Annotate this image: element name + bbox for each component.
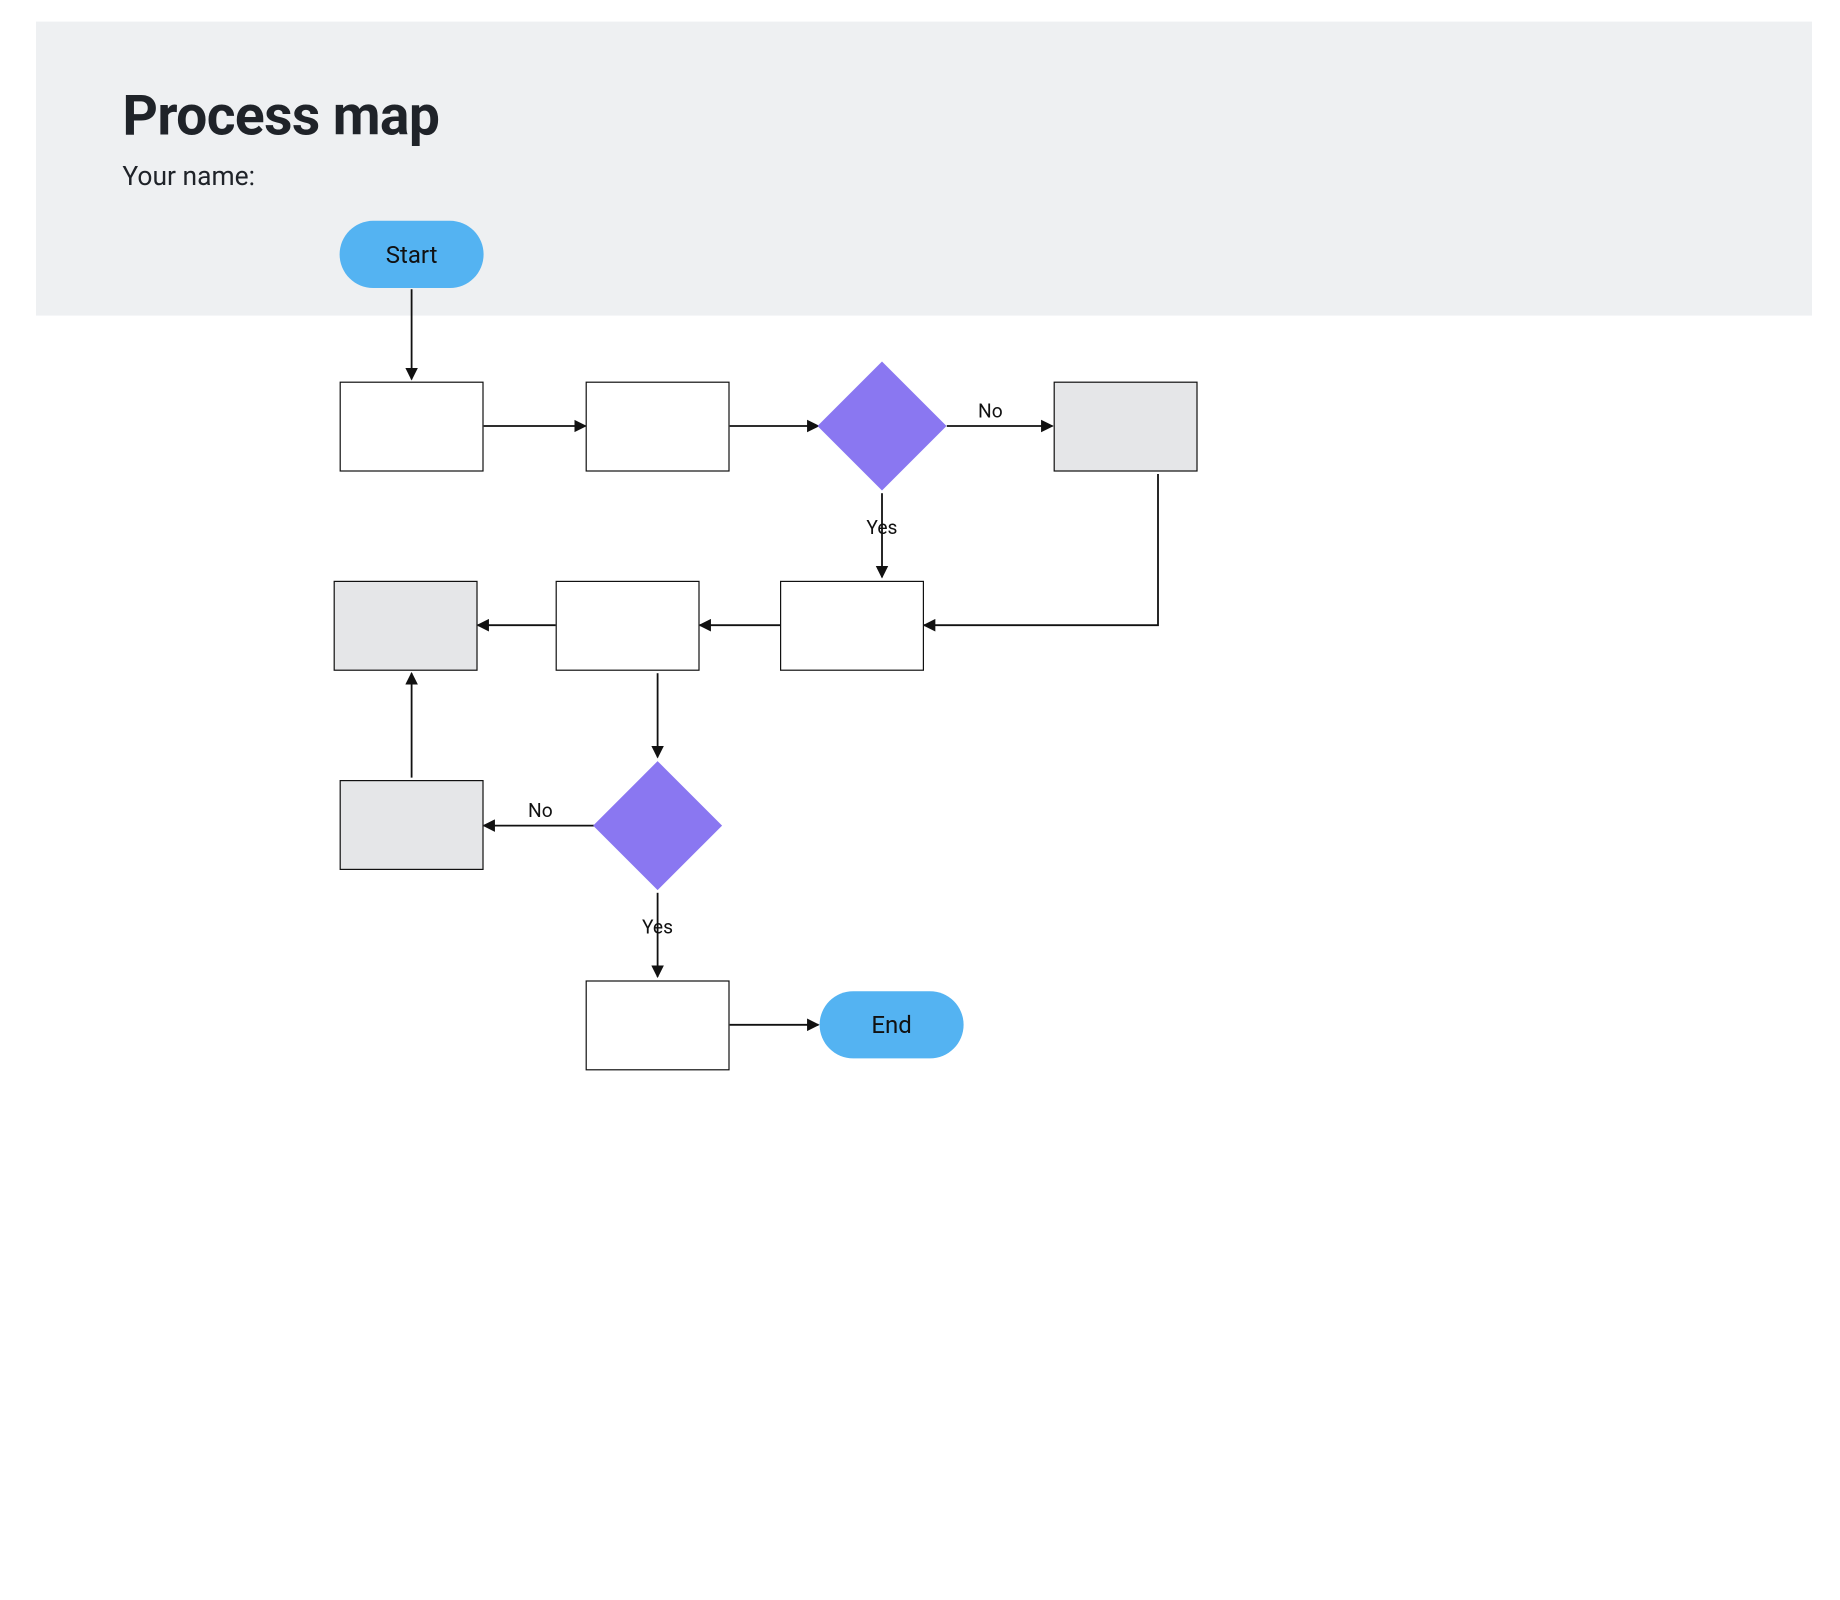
decision-1[interactable] <box>836 380 927 471</box>
edge-label-d2-yes: Yes <box>642 916 673 939</box>
edge-label-d1-yes: Yes <box>866 516 897 539</box>
process-box-6-shaded[interactable] <box>334 581 478 671</box>
process-box-4[interactable] <box>780 581 924 671</box>
process-box-2[interactable] <box>586 382 730 472</box>
diagram-canvas: Process map Your name: <box>0 0 1840 1600</box>
process-box-8[interactable] <box>586 980 730 1070</box>
process-box-5[interactable] <box>556 581 700 671</box>
diamond-icon <box>818 362 947 491</box>
terminator-end[interactable]: End <box>820 991 964 1058</box>
process-box-7-shaded[interactable] <box>340 780 484 870</box>
diamond-icon <box>593 761 722 890</box>
process-box-3-shaded[interactable] <box>1054 382 1198 472</box>
edge-label-d1-no: No <box>978 400 1003 423</box>
terminator-start[interactable]: Start <box>340 221 484 288</box>
decision-2[interactable] <box>612 780 703 871</box>
process-box-1[interactable] <box>340 382 484 472</box>
edge-label-d2-no: No <box>528 799 553 822</box>
